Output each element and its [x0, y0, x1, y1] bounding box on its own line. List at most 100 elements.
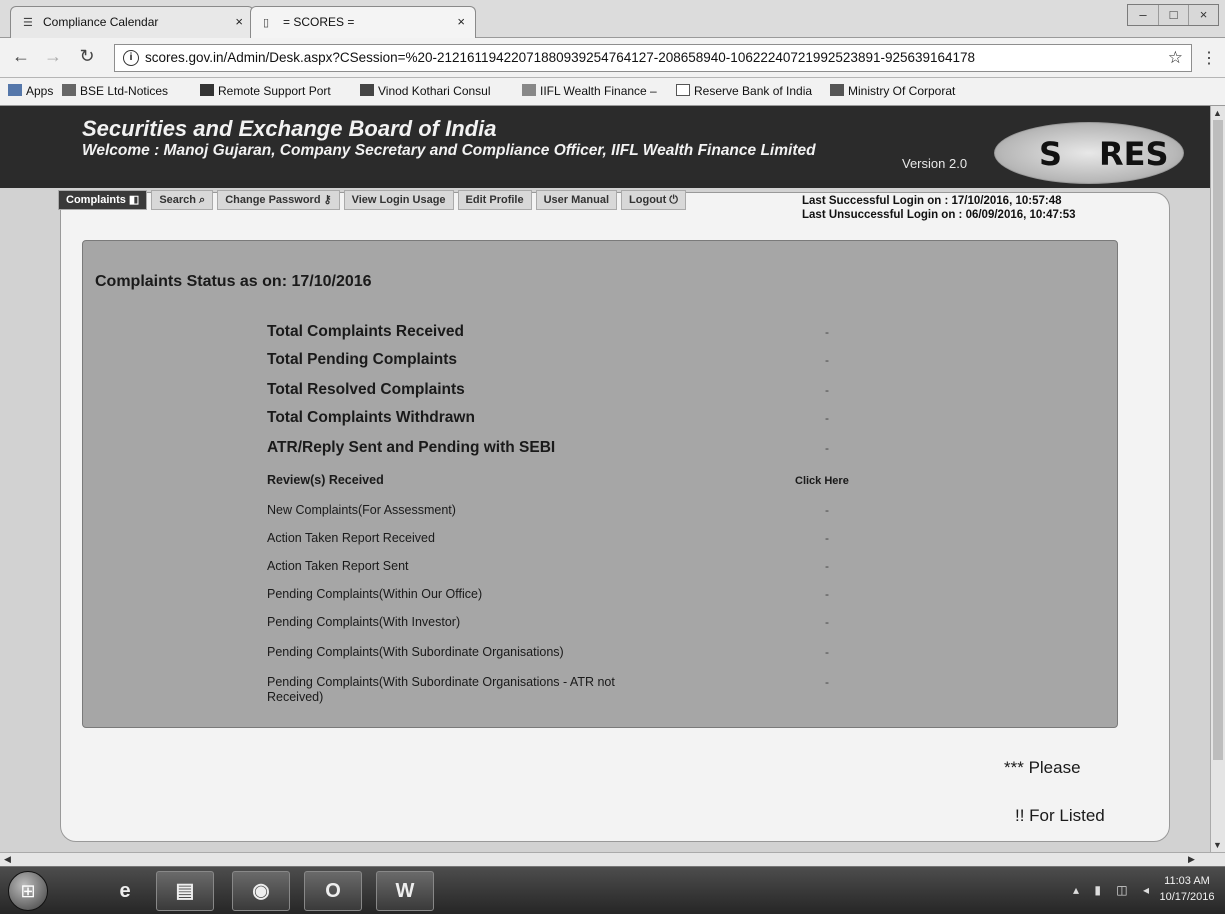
tab-compliance-calendar[interactable]: ☰ Compliance Calendar ×	[10, 6, 254, 38]
clock-date: 10/17/2016	[1159, 891, 1215, 903]
tab-scores[interactable]: ▯ = SCORES = ×	[250, 6, 476, 38]
bookmark-bse-notices[interactable]: BSE Ltd-Notices	[62, 78, 168, 104]
emblem-icon	[830, 84, 844, 96]
close-window-button[interactable]: ×	[1188, 5, 1218, 25]
pending-subordinate-atr-label-line2: Received)	[267, 690, 324, 704]
key-icon: ⚷	[323, 194, 332, 206]
menu-user-manual[interactable]: User Manual	[535, 190, 618, 210]
bookmark-apps[interactable]: Apps	[8, 78, 53, 104]
vertical-scrollbar[interactable]: ▲ ▼	[1210, 106, 1225, 852]
bookmark-rbi[interactable]: Reserve Bank of India	[676, 78, 812, 104]
scroll-left-icon[interactable]: ◀	[4, 854, 11, 865]
pending-with-investor-value[interactable]: -	[825, 615, 829, 629]
notice-text-2: !! For Listed	[1015, 806, 1105, 825]
tab-label: Compliance Calendar	[43, 15, 159, 29]
search-icon: ⌕	[199, 194, 206, 206]
menu-complaints[interactable]: Complaints ◧	[58, 190, 148, 210]
close-tab-icon[interactable]: ×	[457, 7, 465, 37]
apps-icon	[8, 84, 22, 96]
pending-subordinate-atr-label: Pending Complaints(With Subordinate Orga…	[267, 675, 615, 689]
total-received-label: Total Complaints Received	[267, 323, 464, 340]
bookmark-mca[interactable]: Ministry Of Corporat	[830, 78, 955, 104]
back-arrow-icon[interactable]: ←	[10, 46, 32, 67]
menu-search[interactable]: Search ⌕	[151, 190, 214, 210]
new-complaints-label: New Complaints(For Assessment)	[267, 503, 456, 517]
scroll-right-icon[interactable]: ▶	[1188, 854, 1195, 865]
atr-pending-sebi-value[interactable]: -	[825, 441, 829, 455]
login-info: Last Successful Login on : 17/10/2016, 1…	[802, 194, 1076, 222]
explorer-taskbar-button[interactable]: ▤	[156, 871, 214, 911]
notice-text-1: *** Please	[1004, 758, 1081, 777]
menu-logout[interactable]: Logout ⏻	[621, 190, 686, 210]
menu-change-password[interactable]: Change Password ⚷	[217, 190, 340, 210]
site-banner: Securities and Exchange Board of India W…	[0, 106, 1210, 188]
ie-taskbar-button[interactable]: e	[96, 871, 154, 911]
main-menu: Complaints ◧ Search ⌕ Change Password ⚷ Vie…	[58, 188, 690, 210]
page-viewport: Securities and Exchange Board of India W…	[0, 106, 1210, 852]
iifl-icon	[522, 84, 536, 96]
remote-support-icon	[200, 84, 214, 96]
atr-sent-value[interactable]: -	[825, 559, 829, 573]
minimize-button[interactable]: –	[1128, 5, 1158, 25]
welcome-text: Welcome : Manoj Gujaran, Company Secreta…	[82, 142, 816, 159]
menu-edit-profile[interactable]: Edit Profile	[457, 190, 532, 210]
bookmark-remote-support[interactable]: Remote Support Port	[200, 78, 331, 104]
word-taskbar-button[interactable]: W	[376, 871, 434, 911]
tab-label: = SCORES =	[283, 15, 355, 29]
menu-view-login-usage[interactable]: View Login Usage	[343, 190, 454, 210]
click-here-link[interactable]: Click Here	[795, 475, 849, 487]
scroll-down-icon[interactable]: ▼	[1213, 840, 1222, 850]
atr-pending-sebi-label: ATR/Reply Sent and Pending with SEBI	[267, 439, 556, 456]
new-complaints-value[interactable]: -	[825, 503, 829, 517]
bookmarks-bar: Apps BSE Ltd-Notices Remote Support Port…	[0, 78, 1225, 106]
bookmark-vinod-kothari[interactable]: Vinod Kothari Consul	[360, 78, 491, 104]
page-icon	[676, 84, 690, 96]
atr-received-label: Action Taken Report Received	[267, 531, 435, 545]
pending-subordinate-value[interactable]: -	[825, 645, 829, 659]
pending-subordinate-label: Pending Complaints(With Subordinate Orga…	[267, 645, 564, 659]
bookmark-star-icon[interactable]: ☆	[1168, 45, 1183, 71]
scroll-up-icon[interactable]: ▲	[1213, 108, 1222, 118]
last-successful-login: Last Successful Login on : 17/10/2016, 1…	[802, 195, 1062, 207]
info-icon[interactable]: i	[123, 50, 139, 66]
total-pending-label: Total Pending Complaints	[267, 351, 458, 368]
last-unsuccessful-login: Last Unsuccessful Login on : 06/09/2016,…	[802, 209, 1076, 221]
chrome-taskbar-button[interactable]: ◉	[232, 871, 290, 911]
complaints-icon: ◧	[128, 194, 140, 206]
total-pending-value[interactable]: -	[825, 353, 829, 367]
version-label: Version 2.0	[902, 156, 968, 171]
site-title: Securities and Exchange Board of India	[82, 116, 497, 141]
window-controls: – □ ×	[1127, 4, 1219, 26]
windows-taskbar: ⊞ e ▤ ◉ O W ▴ ▮ ◫ ◂ 11:03 AM 10/17/2016	[0, 866, 1225, 914]
url-text: scores.gov.in/Admin/Desk.aspx?CSession=%…	[145, 50, 976, 65]
system-tray-icons[interactable]: ▴ ▮ ◫ ◂	[1073, 883, 1155, 897]
clock-time: 11:03 AM	[1164, 875, 1210, 887]
browser-menu-icon[interactable]: ⋮	[1201, 48, 1217, 68]
page-icon: ▯	[263, 17, 270, 29]
horizontal-scrollbar[interactable]: ◀ ▶	[0, 852, 1225, 866]
total-received-value[interactable]: -	[825, 325, 829, 339]
vinod-kothari-icon	[360, 84, 374, 96]
taskbar-clock[interactable]: 11:03 AM 10/17/2016	[1155, 873, 1219, 905]
pending-subordinate-atr-value[interactable]: -	[825, 675, 829, 689]
reload-icon[interactable]: ↻	[76, 46, 98, 67]
bse-logo-icon	[62, 84, 76, 96]
atr-received-value[interactable]: -	[825, 531, 829, 545]
close-tab-icon[interactable]: ×	[235, 7, 243, 37]
reviews-received-label: Review(s) Received	[267, 473, 384, 487]
scores-logo: S RES	[994, 122, 1184, 184]
outlook-taskbar-button[interactable]: O	[304, 871, 362, 911]
maximize-button[interactable]: □	[1158, 5, 1188, 25]
forward-arrow-icon[interactable]: →	[42, 46, 64, 67]
bookmark-iifl-wealth[interactable]: IIFL Wealth Finance –	[522, 78, 657, 104]
start-button[interactable]: ⊞	[8, 871, 48, 911]
pending-within-office-label: Pending Complaints(Within Our Office)	[267, 587, 483, 601]
total-resolved-value[interactable]: -	[825, 383, 829, 397]
url-input[interactable]: i scores.gov.in/Admin/Desk.aspx?CSession…	[114, 44, 1192, 72]
scrollbar-thumb[interactable]	[1213, 120, 1223, 760]
address-bar-row: ← → ↻ i scores.gov.in/Admin/Desk.aspx?CS…	[0, 38, 1225, 78]
pending-within-office-value[interactable]: -	[825, 587, 829, 601]
total-withdrawn-value[interactable]: -	[825, 411, 829, 425]
logout-icon: ⏻	[669, 194, 678, 206]
total-resolved-label: Total Resolved Complaints	[267, 381, 465, 398]
